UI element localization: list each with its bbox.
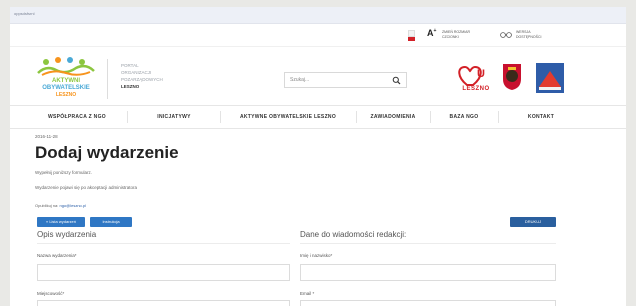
print-button[interactable]: DRUKUJ <box>510 217 556 227</box>
nav-item-ngo-database[interactable]: BAZA NGO <box>431 106 497 128</box>
nav-item-contact[interactable]: KONTAKT <box>499 106 583 128</box>
instructions-button[interactable]: Instrukcja <box>90 217 132 227</box>
email-input[interactable] <box>300 300 556 306</box>
logo-line-3: LESZNO <box>55 92 77 98</box>
font-size-button[interactable]: A+ <box>427 28 436 38</box>
event-description-heading: Opis wydarzenia <box>37 230 97 239</box>
name-surname-input[interactable] <box>300 264 556 281</box>
event-list-button[interactable]: « Lista wydarzeń <box>37 217 85 227</box>
section-divider <box>37 243 290 244</box>
logo-line-2: OBYWATELSKIE <box>42 85 90 91</box>
leszno-heart-icon: U <box>458 65 485 86</box>
location-label: Miejscowość* <box>37 291 65 296</box>
moderation-notice: Wydarzenie pojawi się po akceptacji admi… <box>35 185 138 190</box>
portal-line-3: POZARZĄDOWYCH <box>121 77 163 82</box>
nav-item-active-leszno[interactable]: AKTYWNE OBYWATELSKIE LESZNO <box>221 106 355 128</box>
logo-figures-icon <box>37 57 95 76</box>
font-size-text[interactable]: ZMIEŃ ROZMIAR CZCIONKI <box>442 30 470 39</box>
editor-data-heading: Dane do wiadomości redakcji: <box>300 230 407 239</box>
search-input[interactable]: Szukaj... <box>284 72 407 88</box>
city-coat-of-arms-icon[interactable] <box>502 63 522 91</box>
polish-flag-icon[interactable] <box>408 30 415 41</box>
email-label: Email * <box>300 291 315 296</box>
event-name-label: Nazwa wydarzenia* <box>37 253 77 258</box>
font-size-sup: + <box>433 28 437 34</box>
post-date: 2016-11-28 <box>35 134 58 139</box>
nav-item-cooperation[interactable]: WSPÓŁPRACA Z NGO <box>28 106 126 128</box>
logo-line-1: AKTYWNI <box>52 78 80 84</box>
svg-text:U: U <box>477 68 485 80</box>
accessibility-glasses-icon[interactable] <box>500 31 512 38</box>
contact-prefix: Opublikuj na: <box>35 203 59 208</box>
font-size-text-line-1: ZMIEŃ ROZMIAR <box>442 30 470 34</box>
nav-item-notices[interactable]: ZAWIADOMIENIA <box>357 106 429 128</box>
section-divider <box>300 243 556 244</box>
nav-item-initiatives[interactable]: INICJATYWY <box>128 106 220 128</box>
search-icon[interactable] <box>392 76 401 85</box>
region-logo-icon[interactable] <box>536 63 564 93</box>
main-navigation: WSPÓŁPRACA Z NGO INICJATYWY AKTYWNE OBYW… <box>10 106 626 129</box>
leszno-logo[interactable]: U LESZNO <box>455 63 497 93</box>
portal-line-4: LESZNO <box>121 84 140 89</box>
event-name-input[interactable] <box>37 264 290 281</box>
portal-line-2: ORGANIZACJI <box>121 70 152 75</box>
accessibility-text-line-2: DOSTĘPNOŚCI <box>516 34 542 39</box>
header-divider <box>107 59 108 99</box>
browser-page: oppsdsfsrnl A+ ZMIEŃ ROZMIAR CZCIONKI WE… <box>10 7 626 306</box>
contact-line: Opublikuj na: ngo@leszno.pl <box>35 203 86 208</box>
print-button-label: DRUKUJ <box>524 219 542 224</box>
search-placeholder: Szukaj... <box>290 77 310 83</box>
site-header: AKTYWNI OBYWATELSKIE LESZNO PORTAL ORGAN… <box>10 47 626 106</box>
portal-line-1: PORTAL <box>121 63 139 68</box>
accessibility-text[interactable]: WERSJA DOSTĘPNOŚCI <box>516 30 541 39</box>
portal-name: PORTAL ORGANIZACJI POZARZĄDOWYCH LESZNO <box>121 62 163 90</box>
utility-bar: A+ ZMIEŃ ROZMIAR CZCIONKI WERSJA DOSTĘPN… <box>10 24 626 47</box>
top-strip-text: oppsdsfsrnl <box>14 11 35 16</box>
page-title: Dodaj wydarzenie <box>35 143 179 162</box>
name-surname-label: Imię i nazwisko* <box>300 253 333 258</box>
instructions-button-label: Instrukcja <box>102 219 120 224</box>
font-size-text-line-2: CZCIONKI <box>442 34 459 39</box>
leszno-logo-text: LESZNO <box>462 86 490 92</box>
form-instruction: Wypełnij poniższy formularz. <box>35 170 92 175</box>
event-list-button-label: « Lista wydarzeń <box>45 219 76 224</box>
top-strip: oppsdsfsrnl <box>10 7 626 24</box>
location-input[interactable] <box>37 300 290 306</box>
site-logo[interactable]: AKTYWNI OBYWATELSKIE LESZNO <box>36 57 96 101</box>
contact-email-link[interactable]: ngo@leszno.pl <box>59 203 86 208</box>
